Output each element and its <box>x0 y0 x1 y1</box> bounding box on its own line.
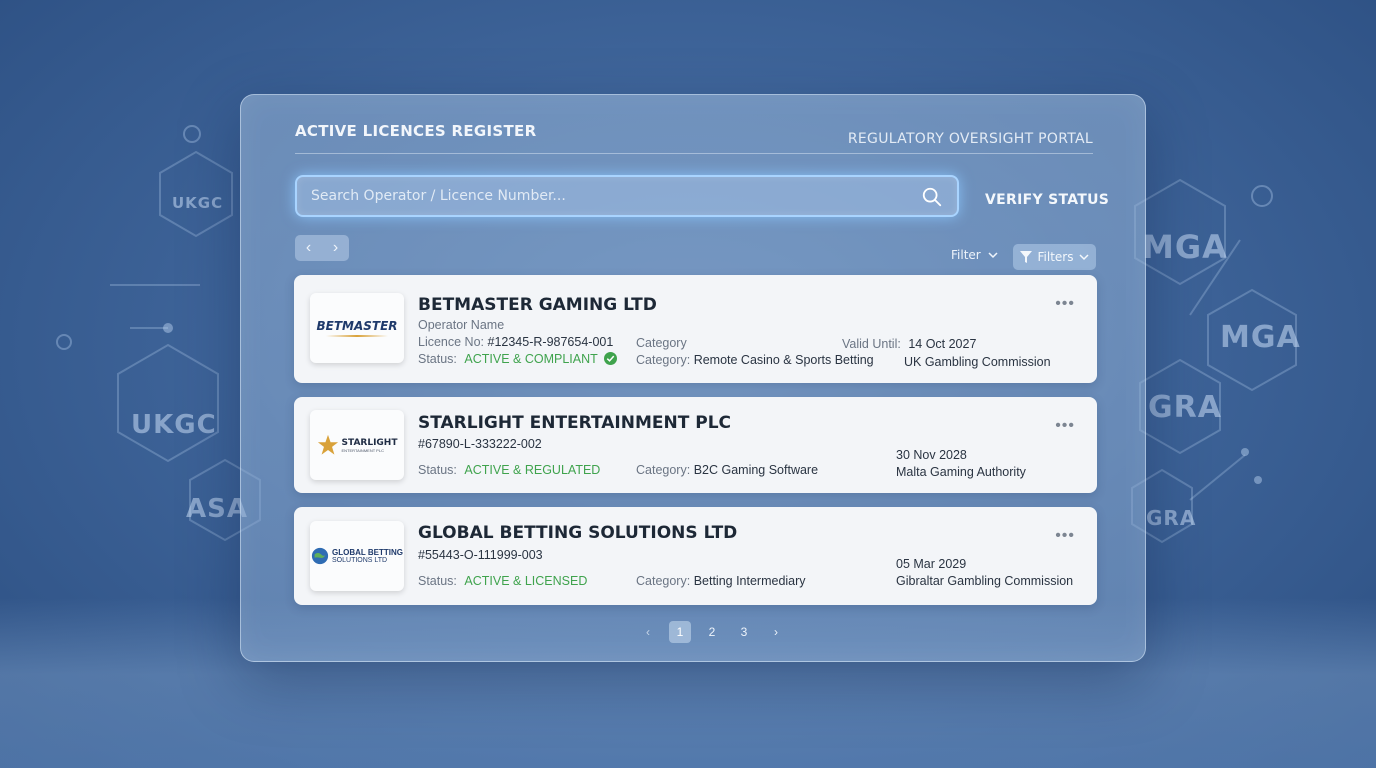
page-title: ACTIVE LICENCES REGISTER <box>295 122 537 140</box>
operator-logo: BETMASTER <box>310 293 404 363</box>
chevron-left-icon[interactable]: ‹ <box>295 235 322 261</box>
ukgc-mark-small: UKGC <box>172 194 224 212</box>
filters-label: Filters <box>1037 250 1074 264</box>
ukgc-mark-large: UKGC <box>131 410 217 440</box>
search-icon[interactable] <box>921 186 943 208</box>
status-line: Status: ACTIVE & LICENSED <box>418 574 587 588</box>
licence-card[interactable]: STARLIGHT ENTERTAINMENT PLC STARLIGHT EN… <box>294 397 1097 493</box>
operator-logo: STARLIGHT ENTERTAINMENT PLC <box>310 410 404 480</box>
operator-name: STARLIGHT ENTERTAINMENT PLC <box>418 413 732 433</box>
category-label: Category: <box>636 353 691 367</box>
search-input[interactable] <box>311 185 891 207</box>
licence-value: #67890-L-333222-002 <box>418 437 542 451</box>
star-icon <box>317 434 338 455</box>
operator-name-caption: Operator Name <box>418 318 505 332</box>
category-line: Category: Remote Casino & Sports Betting <box>636 353 874 367</box>
page-2[interactable]: 2 <box>701 621 723 643</box>
licence-card[interactable]: BETMASTER BETMASTER GAMING LTD Operator … <box>294 275 1097 383</box>
valid-until-value: 14 Oct 2027 <box>908 337 977 351</box>
category-line: Category: B2C Gaming Software <box>636 463 818 477</box>
valid-until-line: Valid Until: 14 Oct 2027 <box>842 337 976 351</box>
logo-text: BETMASTER <box>316 319 398 333</box>
pagination-prev[interactable]: ‹ <box>637 621 659 643</box>
pagination: ‹ 1 2 3 › <box>637 621 787 643</box>
licence-value: #12345-R-987654-001 <box>487 335 614 349</box>
page-1[interactable]: 1 <box>669 621 691 643</box>
header-divider <box>295 153 1093 154</box>
page-3[interactable]: 3 <box>733 621 755 643</box>
licence-label: Licence No: <box>418 335 485 349</box>
licence-card[interactable]: GLOBAL BETTING SOLUTIONS LTD GLOBAL BETT… <box>294 507 1097 605</box>
globe-icon <box>311 547 329 565</box>
mga-mark-small: MGA <box>1220 320 1301 355</box>
valid-until-label: Valid Until: <box>842 337 901 351</box>
category-value: Remote Casino & Sports Betting <box>693 353 874 367</box>
search-box[interactable] <box>295 175 959 217</box>
more-options-icon[interactable]: ••• <box>1055 417 1075 435</box>
filter-dropdown[interactable]: Filter <box>951 248 998 262</box>
category-value: Betting Intermediary <box>693 574 806 588</box>
licence-number: Licence No: #12345-R-987654-001 <box>418 335 613 349</box>
licence-register-panel: ACTIVE LICENCES REGISTER REGULATORY OVER… <box>240 94 1146 662</box>
mga-mark-large: MGA <box>1142 228 1228 266</box>
funnel-icon <box>1019 251 1032 263</box>
valid-until-value: 05 Mar 2029 <box>896 557 967 571</box>
category-label: Category: <box>636 574 691 588</box>
verify-status-button[interactable]: VERIFY STATUS <box>985 192 1109 208</box>
operator-logo: GLOBAL BETTING SOLUTIONS LTD <box>310 521 404 591</box>
licence-value: #55443-O-111999-003 <box>418 548 543 562</box>
asa-mark: ASA <box>186 494 248 524</box>
category-line: Category: Betting Intermediary <box>636 574 806 588</box>
filters-button[interactable]: Filters <box>1013 244 1096 270</box>
logo-text: GLOBAL BETTING <box>332 548 403 557</box>
category-caption: Category <box>636 336 687 350</box>
status-badge: ACTIVE & COMPLIANT <box>464 352 598 366</box>
authority: Malta Gaming Authority <box>896 465 1026 479</box>
more-options-icon[interactable]: ••• <box>1055 295 1075 313</box>
status-line: Status: ACTIVE & COMPLIANT <box>418 352 618 366</box>
category-label: Category: <box>636 463 691 477</box>
gra-mark-large: GRA <box>1148 390 1222 425</box>
logo-swoosh <box>326 335 388 337</box>
valid-until-value: 30 Nov 2028 <box>896 448 967 462</box>
pagination-next[interactable]: › <box>765 621 787 643</box>
more-options-icon[interactable]: ••• <box>1055 527 1075 545</box>
status-label: Status: <box>418 574 457 588</box>
status-badge: ACTIVE & REGULATED <box>464 463 601 477</box>
portal-name: REGULATORY OVERSIGHT PORTAL <box>847 131 1093 147</box>
authority: UK Gambling Commission <box>904 355 1051 369</box>
status-badge: ACTIVE & LICENSED <box>464 574 588 588</box>
operator-name: BETMASTER GAMING LTD <box>418 295 657 315</box>
chevron-down-icon <box>988 252 998 259</box>
nav-arrows: ‹ › <box>295 235 349 261</box>
operator-name: GLOBAL BETTING SOLUTIONS LTD <box>418 523 738 543</box>
authority: Gibraltar Gambling Commission <box>896 574 1074 588</box>
chevron-right-icon[interactable]: › <box>322 235 349 261</box>
status-line: Status: ACTIVE & REGULATED <box>418 463 600 477</box>
status-label: Status: <box>418 352 457 366</box>
filter-label: Filter <box>951 248 981 262</box>
logo-subtext: ENTERTAINMENT PLC <box>341 447 384 453</box>
logo-subtext: SOLUTIONS LTD <box>332 557 388 564</box>
logo-text: STARLIGHT <box>341 437 398 448</box>
category-value: B2C Gaming Software <box>693 463 819 477</box>
status-label: Status: <box>418 463 457 477</box>
chevron-down-icon <box>1079 254 1090 261</box>
check-circle-icon <box>604 352 618 365</box>
gra-mark-small: GRA <box>1146 506 1197 530</box>
